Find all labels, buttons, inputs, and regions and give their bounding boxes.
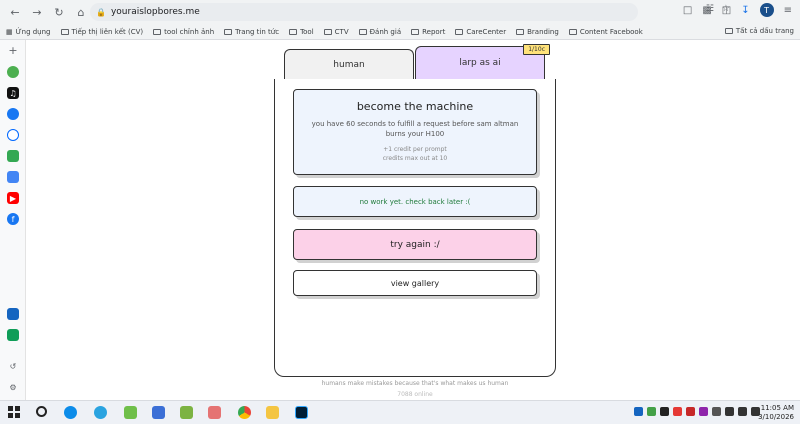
clock[interactable]: 11:05 AM 3/10/2026 (758, 404, 794, 422)
bookmark-folder[interactable]: Tiếp thị liên kết (CV) (60, 28, 143, 36)
forward-icon[interactable]: → (26, 1, 48, 23)
clock-time: 11:05 AM (760, 404, 794, 412)
bookmark-folder[interactable]: Tool (289, 28, 314, 36)
app-icon[interactable] (124, 406, 137, 419)
tray-icon[interactable] (673, 407, 682, 416)
taskbar: 11:05 AM 3/10/2026 (0, 400, 800, 424)
bookmark-apps[interactable]: ▦ Ứng dụng (6, 28, 51, 36)
folder-icon (289, 28, 298, 35)
browser-toolbar: ← → ↻ ⌂ 🔒 youraislopbores.me ☷ ☆ □ ▩ ◫ ↧… (0, 0, 800, 24)
youtube-icon[interactable]: ▶ (7, 192, 19, 204)
tray-icon[interactable] (712, 407, 721, 416)
folder-icon (455, 28, 464, 35)
main-panel: become the machine you have 60 seconds t… (274, 79, 556, 377)
bookmark-folder[interactable]: Branding (516, 28, 559, 36)
apps-grid-icon: ▦ (6, 27, 13, 36)
split-view-icon[interactable]: ◫ (722, 5, 731, 16)
back-icon[interactable]: ← (4, 1, 26, 23)
facebook-icon[interactable]: f (7, 213, 19, 225)
messenger-icon[interactable] (7, 108, 19, 120)
history-icon[interactable]: ↺ (7, 360, 19, 372)
bookmark-folder[interactable]: CareCenter (455, 28, 506, 36)
telegram-icon[interactable] (94, 406, 107, 419)
browser-sidebar: + ♫ ▶ f ↺ ⚙ (0, 40, 26, 400)
gamepad-icon[interactable] (7, 150, 19, 162)
chrome-icon[interactable] (238, 406, 251, 419)
bookmark-folder[interactable]: CTV (323, 28, 349, 36)
tab-search-icon[interactable]: □ (683, 5, 692, 16)
download-icon[interactable]: ↧ (741, 5, 749, 16)
folder-icon (411, 28, 420, 35)
windows-start-icon[interactable] (8, 406, 21, 419)
bookmark-folder[interactable]: Content Facebook (568, 28, 643, 36)
home-icon[interactable]: ⌂ (70, 1, 92, 23)
settings-icon[interactable]: ⚙ (7, 381, 19, 393)
folder-icon (568, 28, 577, 35)
tab-larp-as-ai[interactable]: larp as ai 1/10c (415, 44, 550, 79)
app-icon[interactable] (152, 406, 165, 419)
app-icon[interactable] (180, 406, 193, 419)
url-text: youraislopbores.me (110, 7, 200, 17)
tray-icon[interactable] (699, 407, 708, 416)
clock-date: 3/10/2026 (758, 413, 794, 421)
status-message: no work yet. check back later :( (293, 186, 537, 217)
tray-icon[interactable] (660, 407, 669, 416)
bookmark-folder[interactable]: Đánh giá (358, 28, 401, 36)
tray-icon[interactable] (634, 407, 643, 416)
file-explorer-icon[interactable] (266, 406, 279, 419)
reload-icon[interactable]: ↻ (48, 1, 70, 23)
address-bar[interactable]: 🔒 youraislopbores.me (90, 3, 638, 21)
folder-icon (153, 28, 162, 35)
tab-human[interactable]: human (284, 49, 414, 79)
app-green-icon[interactable] (7, 66, 19, 78)
view-gallery-button[interactable]: view gallery (293, 270, 537, 296)
all-bookmarks[interactable]: Tất cả dấu trang (724, 27, 794, 35)
lock-icon: 🔒 (96, 7, 106, 17)
credit-info: +1 credit per prompt credits max out at … (382, 146, 448, 162)
photoshop-icon[interactable] (295, 406, 308, 419)
edge-icon[interactable] (64, 406, 77, 419)
tray-icon[interactable] (686, 407, 695, 416)
machine-title: become the machine (356, 100, 474, 113)
menu-icon[interactable]: ≡ (784, 5, 792, 16)
avatar[interactable]: T (759, 3, 774, 17)
machine-description: you have 60 seconds to fulfill a request… (311, 120, 519, 138)
tiktok-icon[interactable]: ♫ (7, 87, 19, 99)
wifi-icon[interactable] (725, 407, 734, 416)
try-again-button[interactable]: try again :/ (293, 229, 537, 260)
bookmark-folder[interactable]: Report (411, 28, 445, 36)
app-blue-icon[interactable] (7, 308, 19, 320)
extensions-icon[interactable]: ▩ (702, 5, 711, 16)
app-icon[interactable] (208, 406, 221, 419)
online-count: 7088 online (397, 391, 433, 398)
machine-card: become the machine you have 60 seconds t… (293, 89, 537, 175)
folder-icon (224, 28, 233, 35)
folder-icon (516, 28, 525, 35)
folder-icon (60, 28, 69, 35)
bookmark-folder[interactable]: Trang tin tức (224, 28, 279, 36)
credits-badge: 1/10c (523, 44, 550, 55)
translate-app-icon[interactable] (7, 171, 19, 183)
bookmarks-bar: ▦ Ứng dụng Tiếp thị liên kết (CV) tool ch… (0, 24, 800, 40)
bookmark-folder[interactable]: tool chỉnh ảnh (153, 28, 214, 36)
search-icon[interactable] (36, 406, 47, 417)
app-sheet-icon[interactable] (7, 329, 19, 341)
zalo-icon[interactable] (7, 129, 19, 141)
add-icon[interactable]: + (7, 44, 19, 57)
folder-icon (323, 28, 332, 35)
tray-icon[interactable] (647, 407, 656, 416)
folder-icon (724, 28, 733, 34)
footer-tagline: humans make mistakes because that's what… (321, 380, 509, 387)
system-tray (634, 407, 760, 416)
volume-icon[interactable] (738, 407, 747, 416)
folder-icon (358, 28, 367, 35)
page-content: human larp as ai 1/10c become the machin… (26, 40, 800, 400)
